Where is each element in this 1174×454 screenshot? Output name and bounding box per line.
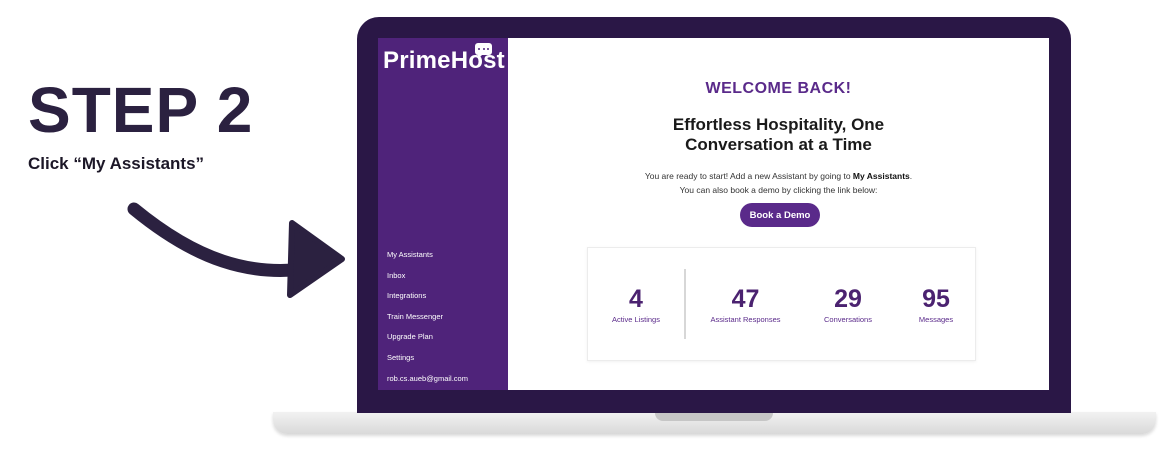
sidebar-item-my-assistants[interactable]: My Assistants xyxy=(387,245,468,266)
sidebar: PrimeHost My Assistants Inbox Integratio… xyxy=(378,38,508,390)
stat-value: 47 xyxy=(731,285,760,313)
stat-assistant-responses: 47 Assistant Responses xyxy=(698,286,793,324)
curved-arrow-icon xyxy=(127,202,345,298)
book-demo-button[interactable]: Book a Demo xyxy=(740,203,820,227)
stat-label: Messages xyxy=(918,315,954,324)
tagline: Effortless Hospitality, One Conversation… xyxy=(508,115,1049,155)
description-line-2: You can also book a demo by clicking the… xyxy=(679,185,878,195)
welcome-heading: WELCOME BACK! xyxy=(705,80,852,97)
sidebar-item-inbox[interactable]: Inbox xyxy=(387,266,468,287)
stats-divider xyxy=(684,269,686,339)
description-text: You are ready to start! Add a new Assist… xyxy=(644,171,853,181)
stat-conversations: 29 Conversations xyxy=(812,286,884,324)
step-subtitle: Click “My Assistants” xyxy=(28,154,205,173)
my-assistants-emphasis: My Assistants xyxy=(852,171,910,181)
tagline-line-2: Conversation at a Time xyxy=(685,135,872,154)
main-content: WELCOME BACK! Effortless Hospitality, On… xyxy=(508,38,1049,390)
sidebar-item-train-messenger[interactable]: Train Messenger xyxy=(387,307,468,328)
stat-value: 29 xyxy=(834,285,862,313)
stat-label: Active Listings xyxy=(612,315,660,324)
description-period: . xyxy=(909,171,913,181)
stat-label: Conversations xyxy=(824,315,872,324)
stat-messages: 95 Messages xyxy=(906,286,966,324)
tagline-line-1: Effortless Hospitality, One xyxy=(672,115,885,134)
stat-value: 4 xyxy=(629,285,643,313)
stat-value: 95 xyxy=(922,285,950,313)
description: You are ready to start! Add a new Assist… xyxy=(508,169,1049,197)
description-line-1: You are ready to start! Add a new Assist… xyxy=(508,169,1049,183)
sidebar-item-integrations[interactable]: Integrations xyxy=(387,286,468,307)
step-title: STEP 2 xyxy=(28,74,254,146)
chat-bubble-icon xyxy=(475,43,492,59)
stat-active-listings: 4 Active Listings xyxy=(598,286,674,324)
laptop-notch xyxy=(655,412,773,421)
sidebar-item-settings[interactable]: Settings xyxy=(387,348,468,369)
stats-card: 4 Active Listings 47 Assistant Responses… xyxy=(587,247,976,361)
app-screen: PrimeHost My Assistants Inbox Integratio… xyxy=(378,38,1049,390)
sidebar-item-account-email[interactable]: rob.cs.aueb@gmail.com xyxy=(387,369,468,390)
sidebar-item-upgrade-plan[interactable]: Upgrade Plan xyxy=(387,327,468,348)
sidebar-nav: My Assistants Inbox Integrations Train M… xyxy=(387,245,468,389)
stage: STEP 2 Click “My Assistants” PrimeHost M… xyxy=(0,0,1174,454)
stat-label: Assistant Responses xyxy=(710,315,781,324)
